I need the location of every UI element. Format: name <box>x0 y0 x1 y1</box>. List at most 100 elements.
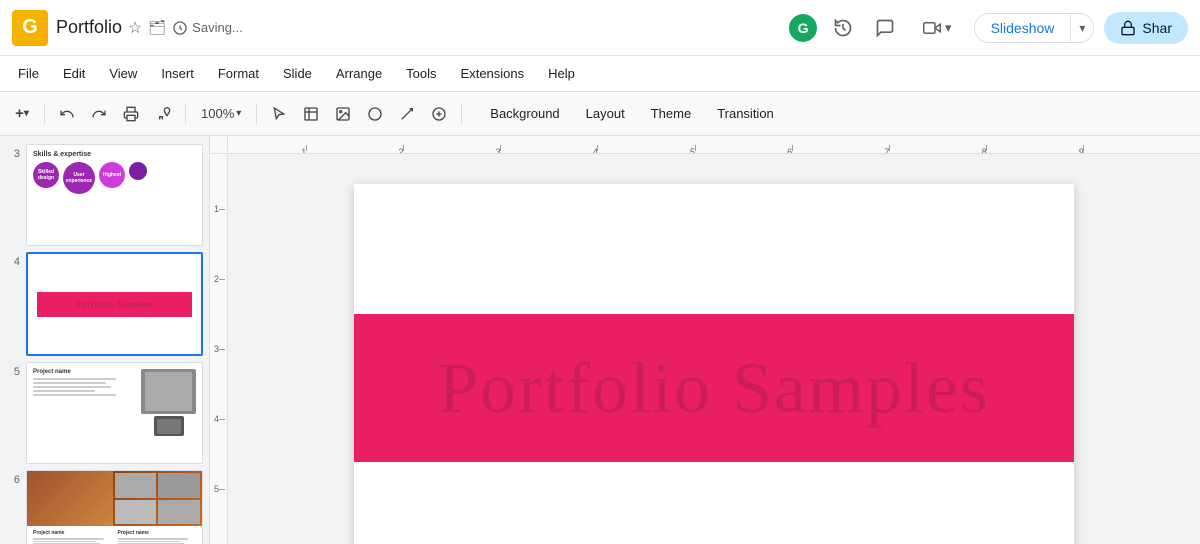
layout-button[interactable]: Layout <box>574 102 637 125</box>
separator-4 <box>461 104 462 124</box>
transition-button[interactable]: Transition <box>705 102 786 125</box>
slide-6-num: 6 <box>6 470 20 486</box>
slide-banner-text: Portfolio Samples <box>438 347 990 430</box>
circle-3: Highest <box>99 162 125 188</box>
menu-insert[interactable]: Insert <box>151 62 204 85</box>
ruler-tick-3: 3 <box>500 145 501 151</box>
slides-panel: 3 Skills & expertise Skilled design User… <box>0 136 210 544</box>
app-icon-letter: G <box>22 16 38 39</box>
circle-2: User experience <box>63 162 95 194</box>
ruler-corner <box>210 136 228 151</box>
slide-4-thumbnail[interactable]: Portfolio Samples <box>26 252 203 356</box>
comments-button[interactable] <box>869 12 901 44</box>
saving-text: Saving... <box>192 20 243 35</box>
folder-icon[interactable]: 🗂 <box>148 19 166 36</box>
canvas-area: 1 2 3 4 5 <box>210 136 1200 544</box>
slide-banner: Portfolio Samples <box>354 314 1074 462</box>
slide-6-col2-title: Project name <box>118 530 197 536</box>
ruler-horizontal: 1 2 3 4 5 <box>210 136 1200 154</box>
slide-3-circles: Skilled design User experience Highest <box>33 162 196 194</box>
menu-tools[interactable]: Tools <box>396 62 446 85</box>
line-tool[interactable] <box>393 100 421 128</box>
share-button[interactable]: Shar <box>1104 12 1188 44</box>
menu-arrange[interactable]: Arrange <box>326 62 392 85</box>
slide-4-wrapper: 4 Portfolio Samples <box>6 252 203 356</box>
slideshow-main-label[interactable]: Slideshow <box>975 14 1071 42</box>
zoom-control[interactable]: 100% ▾ <box>194 103 248 124</box>
ruler-v-tick-1: 1 <box>210 204 227 214</box>
zoom-label: 100% <box>201 106 234 121</box>
menu-edit[interactable]: Edit <box>53 62 95 85</box>
ruler-tick-2: 2 <box>403 145 404 151</box>
slide-5-device-tablet <box>141 369 196 414</box>
ruler-tick-9: 9 <box>1083 145 1084 151</box>
menu-format[interactable]: Format <box>208 62 269 85</box>
slide-6-col1-title: Project name <box>33 530 112 536</box>
slide-5-title: Project name <box>33 369 137 375</box>
redo-button[interactable] <box>85 100 113 128</box>
history-button[interactable] <box>827 12 859 44</box>
ruler-v-tick-4: 4 <box>210 414 227 424</box>
ruler-tick-4: 4 <box>597 145 598 151</box>
slide-action-tabs: Background Layout Theme Transition <box>478 102 786 125</box>
ruler-v-tick-2: 2 <box>210 274 227 284</box>
slide-canvas[interactable]: Portfolio Samples <box>354 184 1074 544</box>
canvas-scroll[interactable]: Portfolio Samples <box>228 154 1200 544</box>
ruler-tick-8: 8 <box>986 145 987 151</box>
toolbar: +▾ 100% ▾ Background Layout Theme Transi… <box>0 92 1200 136</box>
slide-4-num: 4 <box>6 252 20 268</box>
separator-2 <box>185 104 186 124</box>
slide-5-wrapper: 5 Project name <box>6 362 203 464</box>
image-tool[interactable] <box>329 100 357 128</box>
circle-4 <box>129 162 147 180</box>
slide-3-num: 3 <box>6 144 20 160</box>
frame-tool[interactable] <box>297 100 325 128</box>
slide-6-thumbnail[interactable]: Project name Project name <box>26 470 203 544</box>
new-button[interactable]: +▾ <box>8 100 36 128</box>
video-dropdown[interactable]: ▾ <box>945 20 952 36</box>
save-status: Saving... <box>172 20 243 36</box>
paint-format-button[interactable] <box>149 100 177 128</box>
top-bar-right: G ▾ Slideshow ▾ Shar <box>789 12 1188 44</box>
slide-5-num: 5 <box>6 362 20 378</box>
slide-3-wrapper: 3 Skills & expertise Skilled design User… <box>6 144 203 246</box>
separator-1 <box>44 104 45 124</box>
menu-bar: File Edit View Insert Format Slide Arran… <box>0 56 1200 92</box>
menu-help[interactable]: Help <box>538 62 585 85</box>
app-icon[interactable]: G <box>12 10 48 46</box>
ruler-vertical: 1 2 3 4 5 <box>210 154 228 544</box>
slide-3-title: Skills & expertise <box>33 151 196 158</box>
main-area: 3 Skills & expertise Skilled design User… <box>0 136 1200 544</box>
menu-slide[interactable]: Slide <box>273 62 322 85</box>
print-button[interactable] <box>117 100 145 128</box>
ruler-tick-6: 6 <box>792 145 793 151</box>
grammarly-icon[interactable]: G <box>789 14 817 42</box>
background-button[interactable]: Background <box>478 102 571 125</box>
ruler-h-ticks: 1 2 3 4 5 <box>228 136 1200 151</box>
undo-button[interactable] <box>53 100 81 128</box>
slide-5-thumbnail[interactable]: Project name <box>26 362 203 464</box>
share-label: Shar <box>1142 20 1172 36</box>
ruler-tick-5: 5 <box>695 145 696 151</box>
video-call-button[interactable]: ▾ <box>911 13 964 43</box>
top-bar: G Portfolio ☆ 🗂 Saving... G ▾ Slideshow … <box>0 0 1200 56</box>
menu-extensions[interactable]: Extensions <box>451 62 535 85</box>
slide-5-device-phone <box>154 416 184 436</box>
shape-tool[interactable] <box>361 100 389 128</box>
circle-1: Skilled design <box>33 162 59 188</box>
menu-file[interactable]: File <box>8 62 49 85</box>
slide-4-banner: Portfolio Samples <box>37 292 193 317</box>
select-tool[interactable] <box>265 100 293 128</box>
star-icon[interactable]: ☆ <box>128 18 142 38</box>
add-comment-tool[interactable] <box>425 100 453 128</box>
slideshow-dropdown-arrow[interactable]: ▾ <box>1070 15 1093 41</box>
theme-button[interactable]: Theme <box>639 102 703 125</box>
slide-3-thumbnail[interactable]: Skills & expertise Skilled design User e… <box>26 144 203 246</box>
slideshow-button[interactable]: Slideshow ▾ <box>974 13 1095 43</box>
doc-title: Portfolio <box>56 17 122 38</box>
slide-4-text: Portfolio Samples <box>76 300 153 309</box>
menu-view[interactable]: View <box>99 62 147 85</box>
ruler-v-tick-5: 5 <box>210 484 227 494</box>
ruler-tick-1: 1 <box>306 145 307 151</box>
ruler-v-tick-3: 3 <box>210 344 227 354</box>
